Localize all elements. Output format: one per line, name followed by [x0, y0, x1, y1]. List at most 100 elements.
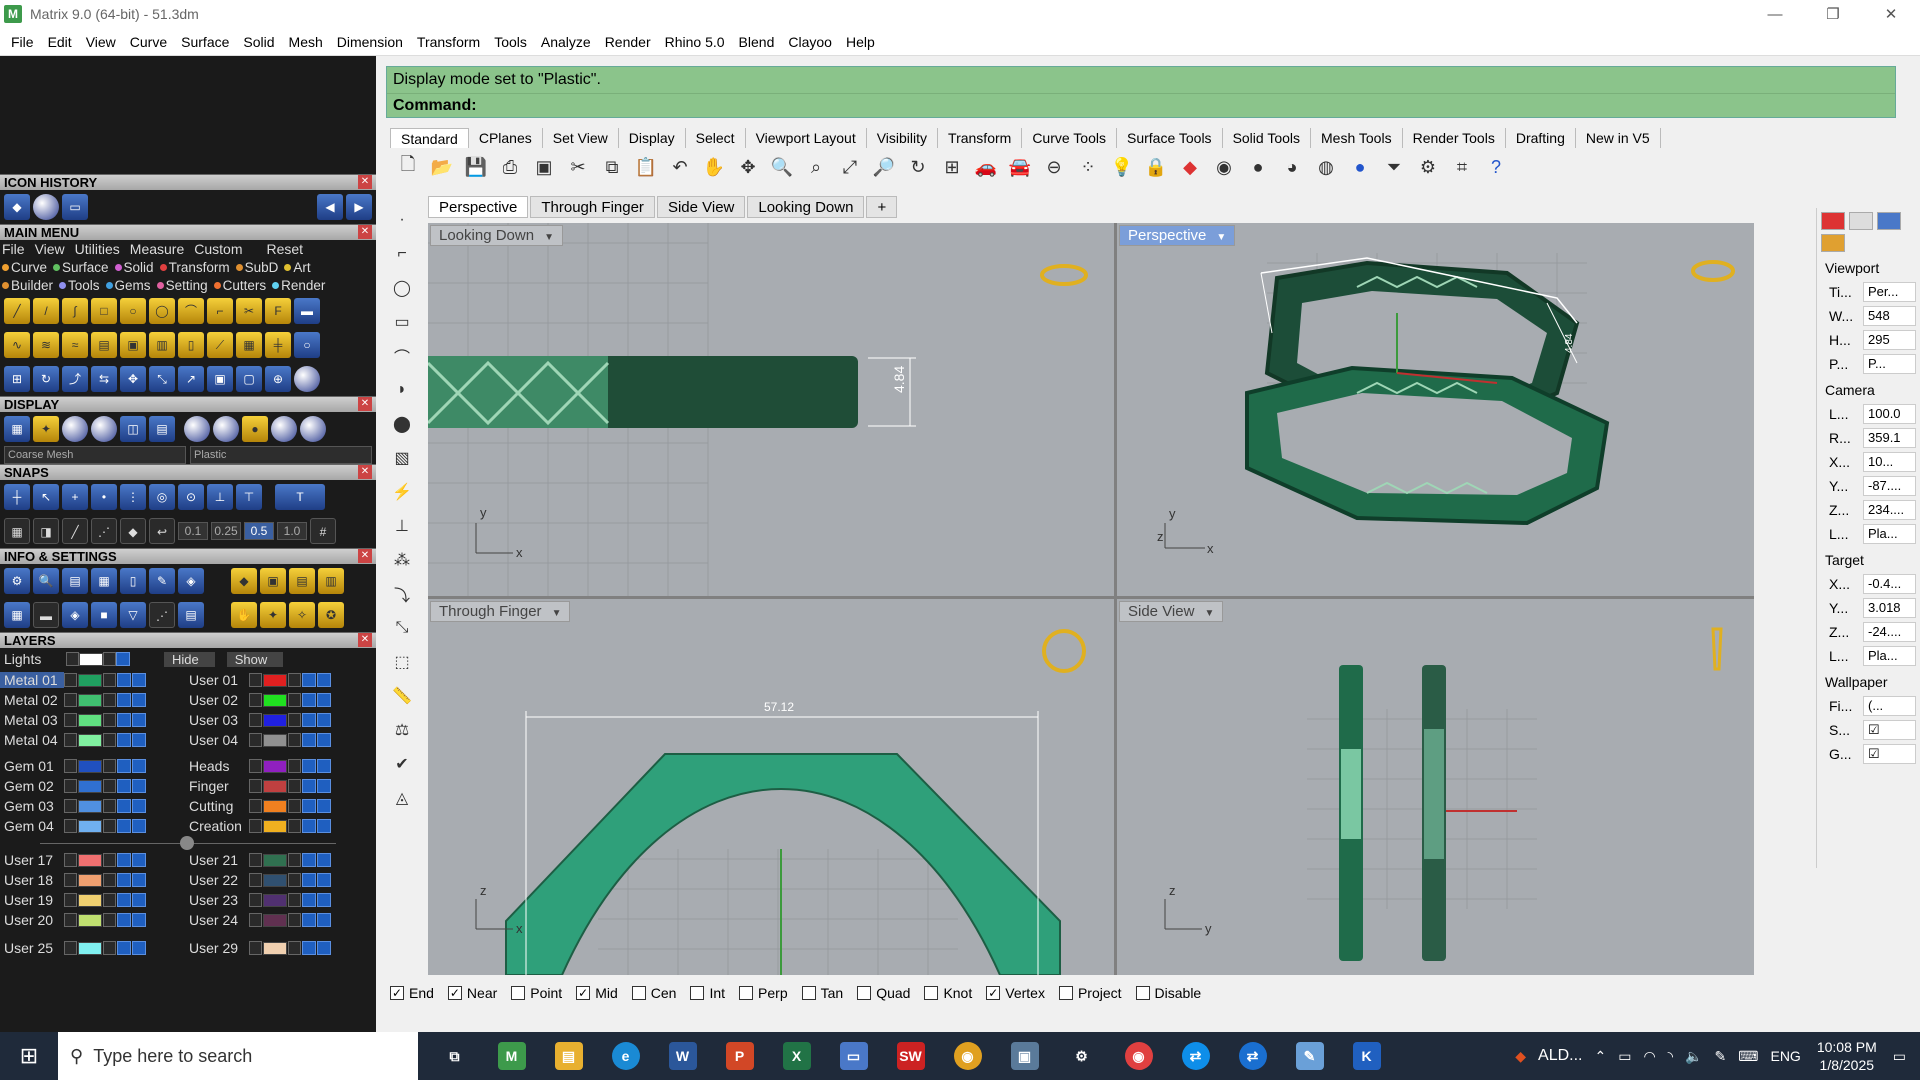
visibility-icon[interactable] — [117, 941, 131, 955]
layer-item[interactable]: User 02 — [185, 692, 370, 708]
layer-name[interactable]: User 29 — [185, 940, 249, 956]
layer-name[interactable]: User 20 — [0, 912, 64, 928]
render-toggle-icon[interactable] — [132, 713, 146, 727]
expand-icon[interactable] — [64, 853, 77, 867]
rendered-sphere-icon[interactable]: ◍ — [1312, 153, 1340, 181]
paste-icon[interactable]: 📋 — [632, 153, 660, 181]
lock-icon[interactable] — [288, 713, 301, 727]
layer-color-swatch[interactable] — [263, 873, 287, 887]
osnap-end[interactable]: ✓ End — [390, 985, 434, 1001]
menu-help[interactable]: Help — [839, 34, 882, 50]
mm-tools[interactable]: Tools — [59, 278, 100, 293]
ring-gizmo-icon[interactable] — [1040, 264, 1088, 286]
cube-icon[interactable]: ◈ — [62, 602, 88, 628]
windows-start-icon[interactable]: ⊞ — [0, 1032, 58, 1080]
layer-name[interactable]: Heads — [185, 758, 249, 774]
layer-item[interactable]: Heads — [185, 758, 370, 774]
scale-icon[interactable]: ⤡ — [388, 614, 416, 642]
word-icon[interactable]: W — [654, 1032, 711, 1080]
wifi-icon[interactable]: ◝ — [1668, 1048, 1673, 1065]
technical-icon[interactable]: ▤ — [149, 416, 175, 442]
smart-track-icon[interactable]: ⋰ — [91, 518, 117, 544]
vptab-side-view[interactable]: Side View — [656, 196, 746, 218]
menu-render[interactable]: Render — [598, 34, 658, 50]
lock-icon[interactable] — [103, 873, 116, 887]
lock-icon[interactable] — [103, 913, 116, 927]
white-sphere-icon[interactable] — [300, 416, 326, 442]
rotate-view-icon[interactable]: ↻ — [904, 153, 932, 181]
expand-icon[interactable] — [64, 819, 77, 833]
color-wheel-icon[interactable]: ◉ — [1210, 153, 1238, 181]
vptab-through-finger[interactable]: Through Finger — [530, 196, 655, 218]
ring-builder-icon[interactable]: ◆ — [4, 194, 30, 220]
shaded-icon[interactable]: ✦ — [33, 416, 59, 442]
layer-color-swatch[interactable] — [263, 693, 287, 707]
checkbox-icon[interactable] — [511, 986, 526, 1000]
snap-mid-icon[interactable]: ⋮ — [120, 484, 146, 510]
viewport-through-finger[interactable]: 57.12 z x Through Finger ▼ — [428, 599, 1114, 975]
viewport-menu-arrow-icon[interactable]: ▼ — [1204, 608, 1214, 619]
layer-name[interactable]: Metal 01 — [0, 672, 64, 688]
excel-icon[interactable]: X — [768, 1032, 825, 1080]
zoom-selected-icon[interactable]: 🔎 — [870, 153, 898, 181]
checkbox-icon[interactable] — [924, 986, 939, 1000]
grid-toggle-icon[interactable]: # — [310, 518, 336, 544]
network-icon[interactable]: ◠ — [1643, 1048, 1655, 1065]
osnap-knot[interactable]: Knot — [924, 985, 972, 1001]
ungroup-icon[interactable]: ▢ — [236, 366, 262, 392]
mm-utilities[interactable]: Utilities — [75, 241, 120, 257]
move-view-icon[interactable]: ✥ — [734, 153, 762, 181]
render-toggle-icon[interactable] — [132, 913, 146, 927]
close-icon[interactable]: ✕ — [358, 465, 372, 479]
edit-points-icon[interactable]: ⬚ — [388, 648, 416, 676]
tab-solid-tools[interactable]: Solid Tools — [1223, 128, 1312, 148]
show-button[interactable]: Show — [226, 651, 284, 667]
layer-item[interactable]: Creation — [185, 818, 370, 834]
render-toggle-icon[interactable] — [132, 941, 146, 955]
layer-name[interactable]: User 21 — [185, 852, 249, 868]
ring-gizmo-icon[interactable] — [1691, 260, 1735, 282]
layer-icon[interactable]: ◆ — [1176, 153, 1204, 181]
lock-icon[interactable] — [103, 799, 116, 813]
expand-icon[interactable] — [249, 713, 262, 727]
layer-color-swatch[interactable] — [78, 941, 102, 955]
property-value[interactable]: 100.0 — [1863, 404, 1916, 424]
render-toggle-icon[interactable] — [132, 893, 146, 907]
layer-item[interactable]: User 24 — [185, 912, 370, 928]
tab-select[interactable]: Select — [686, 128, 746, 148]
viewport-side-view[interactable]: z y Side View ▼ — [1117, 599, 1754, 975]
render-toggle-icon[interactable] — [132, 779, 146, 793]
lock-icon[interactable] — [103, 733, 116, 747]
camera-tab[interactable] — [1877, 212, 1901, 230]
mm-reset[interactable]: Reset — [266, 241, 303, 257]
rendered-icon[interactable] — [62, 416, 88, 442]
mm-art[interactable]: Art — [284, 260, 310, 275]
snap-value-025[interactable]: 0.25 — [211, 522, 241, 540]
rotate-icon[interactable]: ↻ — [33, 366, 59, 392]
render-toggle-icon[interactable] — [317, 913, 331, 927]
layer-item[interactable]: Gem 01 — [0, 758, 185, 774]
layer-item[interactable]: Gem 04 — [0, 818, 185, 834]
snap-dot-icon[interactable]: • — [91, 484, 117, 510]
layer-color-swatch[interactable] — [78, 759, 102, 773]
menu-transform[interactable]: Transform — [410, 34, 487, 50]
tray-app-label[interactable]: ALD... — [1538, 1047, 1582, 1065]
printer-icon[interactable]: ▤ — [62, 568, 88, 594]
blue-sphere-icon[interactable]: ● — [1346, 153, 1374, 181]
snap-near-icon[interactable]: ↖ — [33, 484, 59, 510]
layer-name[interactable]: Metal 02 — [0, 692, 64, 708]
viewport-properties-tab[interactable] — [1849, 212, 1873, 230]
layer-color-swatch[interactable] — [263, 779, 287, 793]
visibility-icon[interactable] — [302, 941, 316, 955]
menu-curve[interactable]: Curve — [123, 34, 174, 50]
visibility-icon[interactable] — [117, 799, 131, 813]
layer-name[interactable]: Gem 03 — [0, 798, 64, 814]
ring-gizmo-icon[interactable] — [1042, 629, 1086, 673]
computer-icon[interactable]: ▭ — [825, 1032, 882, 1080]
expand-icon[interactable] — [249, 893, 262, 907]
visibility-icon[interactable] — [117, 759, 131, 773]
menu-edit[interactable]: Edit — [41, 34, 79, 50]
light-bulb-icon[interactable]: 💡 — [1108, 153, 1136, 181]
viewport-perspective[interactable]: 4.84 y z x Perspective ▼ — [1117, 223, 1754, 596]
remote-app-icon[interactable]: ⇄ — [1224, 1032, 1281, 1080]
